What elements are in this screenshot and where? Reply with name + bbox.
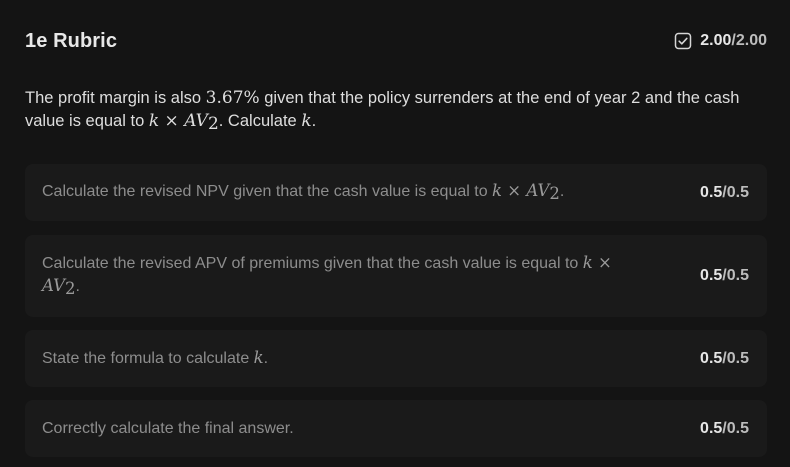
criterion-item: Calculate the revised APV of premiums gi…	[25, 235, 767, 317]
criterion-math-sub: 2	[65, 279, 76, 298]
checkbox-checked-icon	[675, 32, 692, 50]
criterion-earned: 0.5	[700, 419, 723, 437]
criterion-item: Correctly calculate the final answer. 0.…	[25, 400, 767, 457]
criterion-earned: 0.5	[700, 349, 723, 367]
rubric-score: 2.00/2.00	[674, 32, 767, 50]
rubric-panel: 1e Rubric 2.00/2.00 The profit margin is…	[0, 0, 790, 467]
criterion-score: 0.5/0.5	[700, 420, 749, 438]
criterion-score: 0.5/0.5	[700, 350, 749, 368]
question-math: AV	[184, 111, 208, 131]
rubric-header: 1e Rubric 2.00/2.00	[25, 28, 767, 54]
criterion-math: k	[253, 348, 264, 367]
question-math: 3.67%	[205, 88, 260, 108]
question-text: The profit margin is also 3.67% given th…	[25, 87, 765, 136]
criterion-text: Calculate the revised NPV given that the…	[42, 180, 564, 205]
criterion-text: Calculate the revised APV of premiums gi…	[42, 252, 642, 300]
criterion-total: 0.5	[726, 267, 749, 284]
score-earned: 2.00	[700, 32, 732, 49]
criterion-earned: 0.5	[700, 183, 723, 201]
criterion-math: k	[582, 253, 593, 272]
criterion-text-part: .	[559, 183, 565, 200]
question-math-sub: 2	[207, 114, 219, 134]
question-part: . Calculate	[218, 112, 302, 130]
criterion-text-part: Correctly calculate the final answer.	[42, 419, 294, 437]
question-part: .	[311, 112, 317, 130]
criterion-score: 0.5/0.5	[700, 267, 749, 285]
criterion-score: 0.5/0.5	[700, 184, 749, 202]
criterion-text-part: .	[75, 278, 80, 295]
criterion-item: State the formula to calculate k. 0.5/0.…	[25, 330, 767, 387]
question-math: k	[301, 111, 312, 131]
question-math: k	[148, 111, 160, 131]
criterion-item: Calculate the revised NPV given that the…	[25, 164, 767, 221]
criterion-text-part: Calculate the revised APV of premiums gi…	[42, 255, 583, 272]
criterion-math-sub: 2	[549, 184, 560, 203]
rubric-title: 1e Rubric	[25, 29, 118, 52]
criterion-total: 0.5	[726, 419, 749, 437]
criterion-earned: 0.5	[700, 267, 723, 284]
criterion-math: AV	[526, 181, 550, 200]
score-total: 2.00	[735, 32, 767, 49]
question-math: ×	[159, 111, 185, 131]
criterion-math: AV	[42, 276, 66, 295]
criterion-math: ×	[502, 181, 527, 200]
question-part: The profit margin is also	[25, 89, 206, 107]
criterion-text: Correctly calculate the final answer.	[42, 418, 294, 440]
criterion-text-part: State the formula to calculate	[42, 350, 254, 367]
criterion-math: ×	[592, 253, 612, 272]
criterion-total: 0.5	[726, 183, 749, 201]
criterion-text-part: .	[263, 350, 269, 367]
criterion-text: State the formula to calculate k.	[42, 347, 268, 370]
criterion-text-part: Calculate the revised NPV given that the…	[42, 183, 493, 200]
criterion-total: 0.5	[726, 349, 749, 367]
criterion-math: k	[492, 181, 503, 200]
